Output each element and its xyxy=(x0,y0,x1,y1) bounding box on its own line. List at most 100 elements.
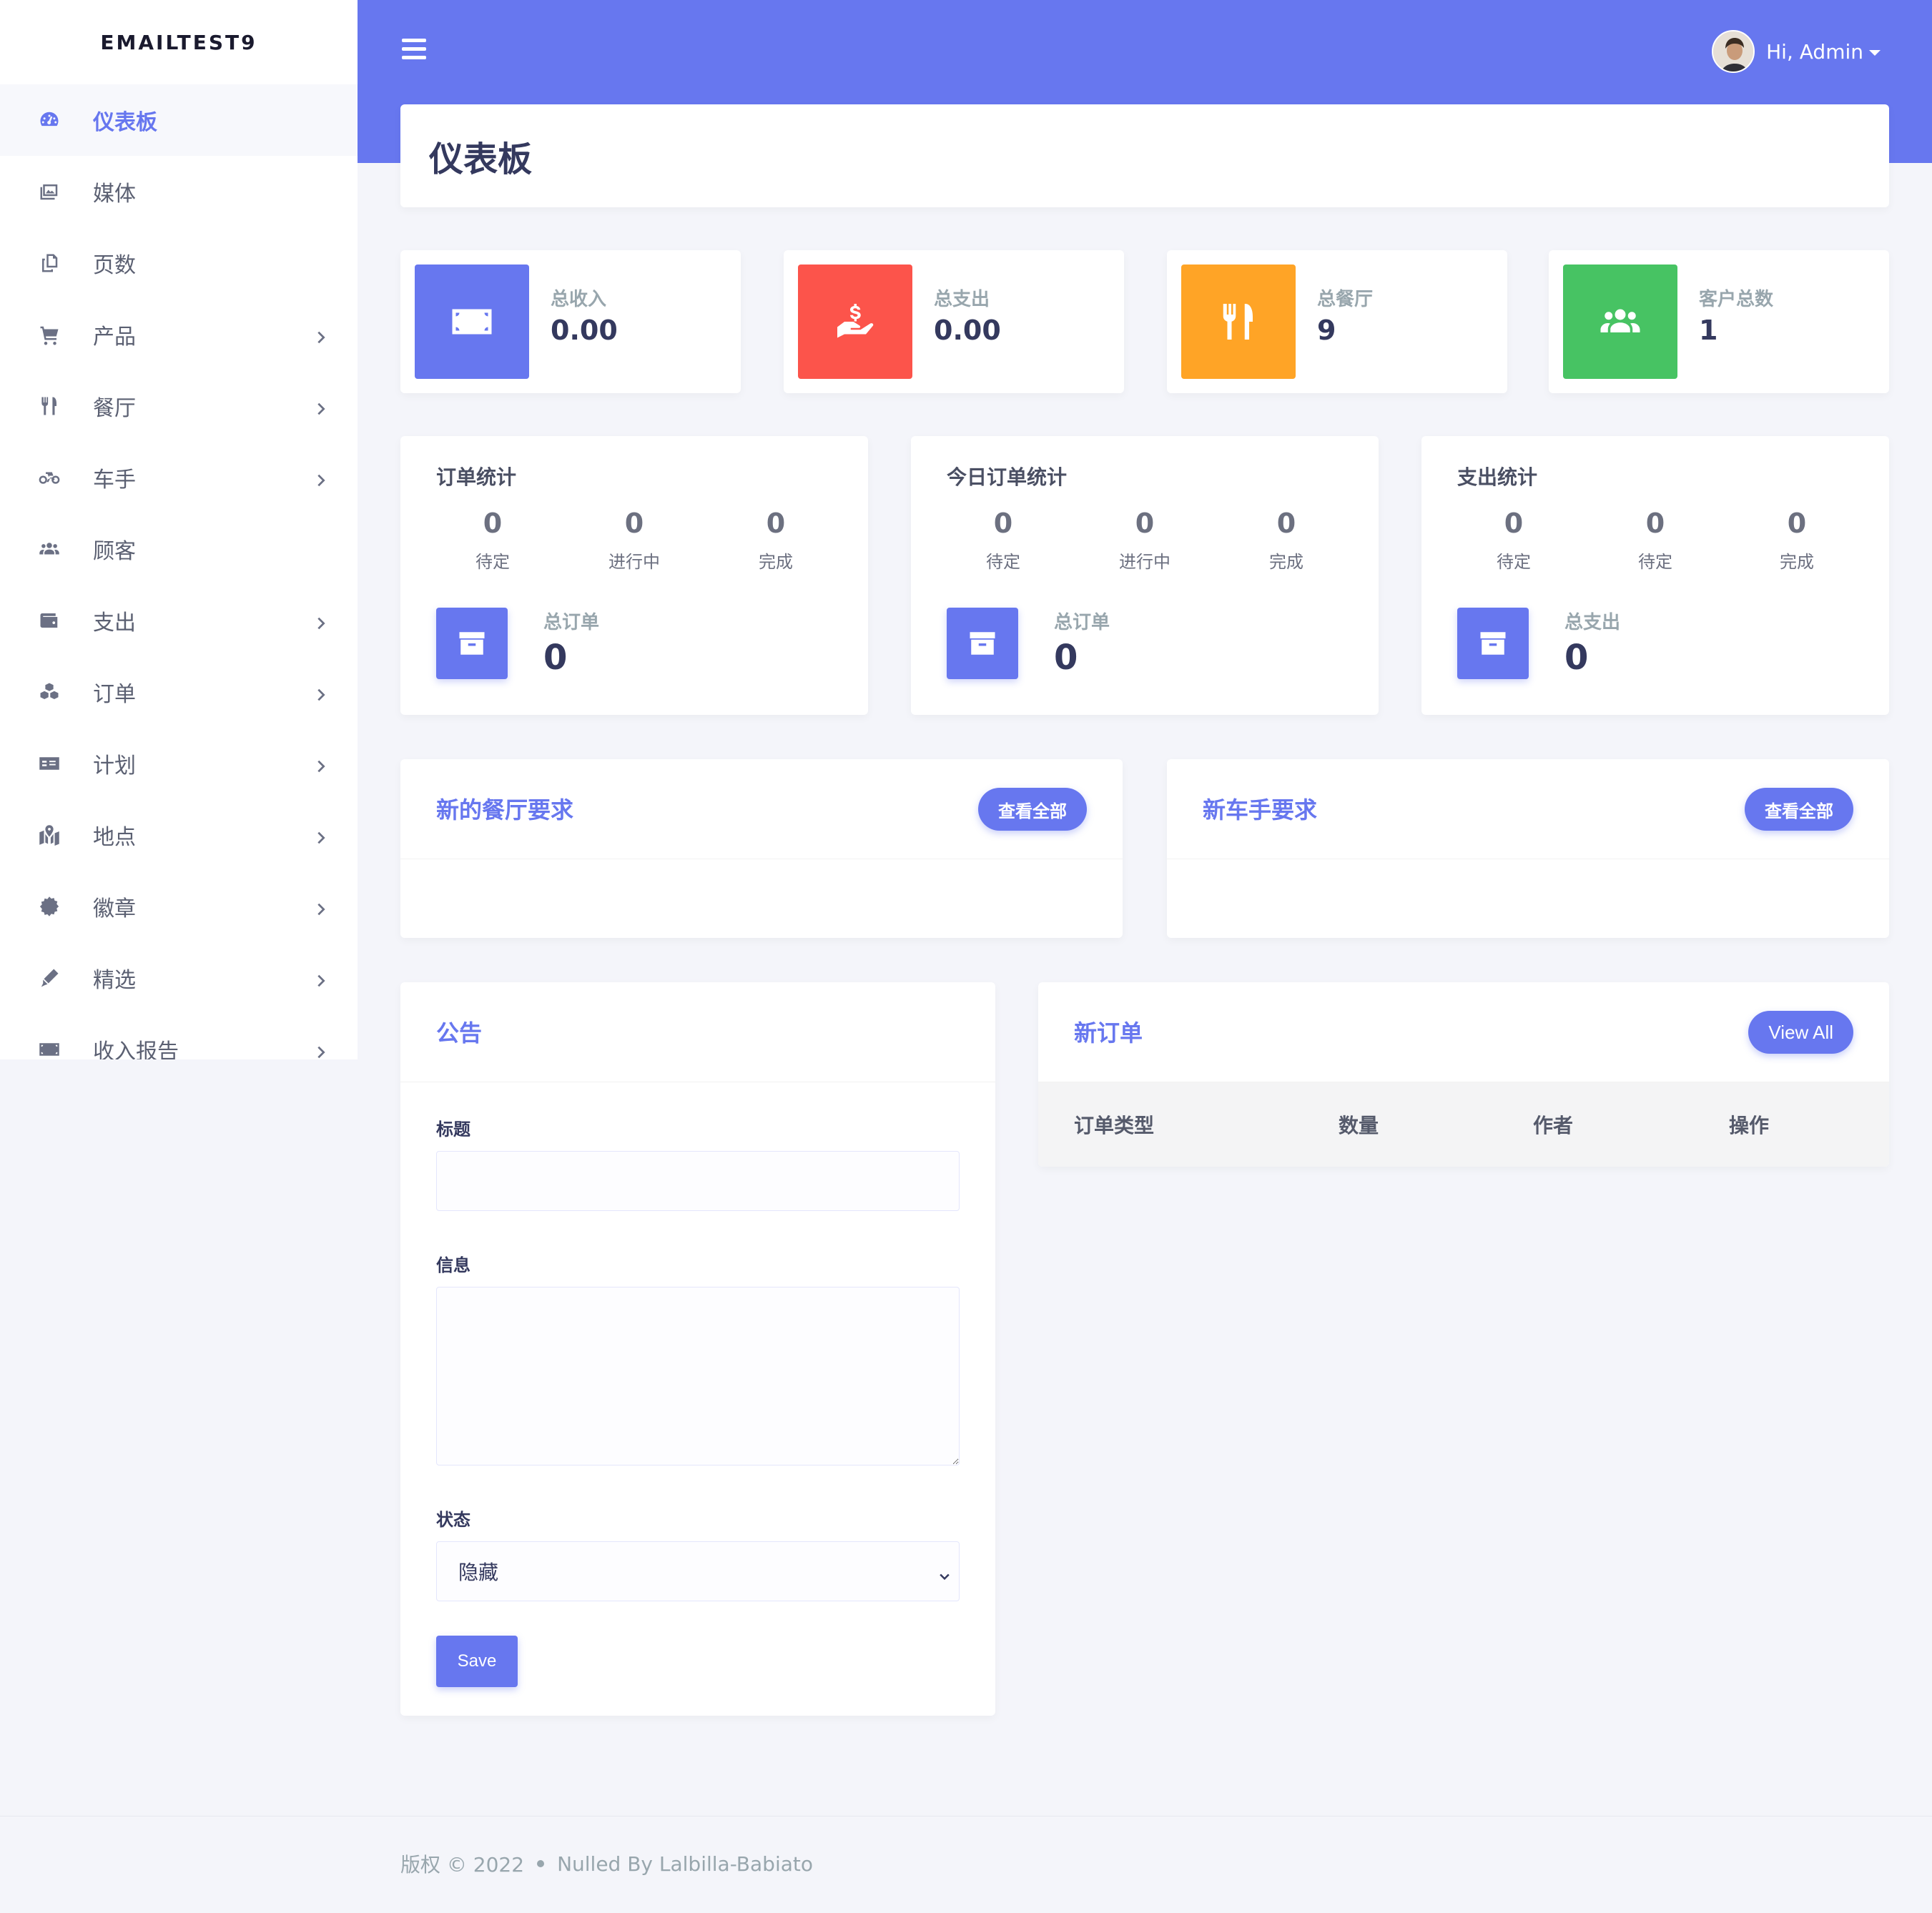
card-title: 新的餐厅要求 xyxy=(436,796,574,824)
title-input[interactable] xyxy=(436,1151,960,1211)
stat-number: 0 xyxy=(1645,508,1665,539)
stat-label: 总餐厅 xyxy=(1317,289,1374,310)
card-title: 公告 xyxy=(436,1019,483,1047)
brand-logo[interactable]: EMAILTEST9 xyxy=(0,0,358,84)
stat-completed: 0 完成 xyxy=(719,508,833,573)
sidebar-item-dashboard[interactable]: 仪表板 xyxy=(0,84,358,156)
sidebar-item-label: 餐厅 xyxy=(93,396,136,421)
hand-holding-usd-icon xyxy=(798,265,912,379)
column-header[interactable]: 操作 xyxy=(1729,1110,1769,1139)
stat-number: 0 xyxy=(624,508,644,539)
credit-link[interactable]: Nulled By Lalbilla-Babiato xyxy=(557,1852,813,1876)
save-button[interactable]: Save xyxy=(436,1636,518,1687)
stat-in-progress: 0 进行中 xyxy=(577,508,691,573)
title-label: 标题 xyxy=(436,1119,470,1140)
total-label: 总订单 xyxy=(543,612,600,633)
total-label: 总支出 xyxy=(1564,612,1621,633)
utensils-icon xyxy=(1181,265,1296,379)
view-all-button[interactable]: 查看全部 xyxy=(978,788,1087,831)
cubes-icon xyxy=(39,681,60,703)
dashboard-icon xyxy=(39,109,60,131)
view-all-button[interactable]: 查看全部 xyxy=(1745,788,1853,831)
certificate-icon xyxy=(39,896,60,917)
stat-card-total-customers: 客户总数 1 xyxy=(1549,250,1889,393)
caret-down-icon xyxy=(1869,50,1881,56)
stat-value: 9 xyxy=(1317,315,1336,346)
sidebar-item-featured[interactable]: 精选 xyxy=(0,942,358,1014)
sidebar-item-expenses[interactable]: 支出 xyxy=(0,585,358,656)
page-title: 仪表板 xyxy=(429,139,533,179)
sidebar-item-label: 车手 xyxy=(93,468,136,493)
status-label: 状态 xyxy=(436,1510,470,1530)
page-header: 仪表板 xyxy=(400,104,1889,207)
chevron-right-icon xyxy=(313,755,329,773)
column-header[interactable]: 数量 xyxy=(1339,1110,1379,1139)
sidebar-item-locations[interactable]: 地点 xyxy=(0,799,358,871)
stat-label: 待定 xyxy=(1497,552,1531,572)
sidebar-item-restaurants[interactable]: 餐厅 xyxy=(0,370,358,442)
sidebar-item-products[interactable]: 产品 xyxy=(0,299,358,370)
table-header: 订单类型 数量 作者 操作 xyxy=(1038,1082,1889,1167)
sidebar-item-media[interactable]: 媒体 xyxy=(0,156,358,227)
sidebar-item-label: 计划 xyxy=(93,753,136,778)
stat-number: 0 xyxy=(1787,508,1807,539)
total-value: 0 xyxy=(1564,638,1589,678)
stat-label: 总收入 xyxy=(551,289,607,310)
sidebar-item-plans[interactable]: 计划 xyxy=(0,728,358,799)
stat-pending: 0 待定 xyxy=(1457,508,1571,573)
card-title: 新车手要求 xyxy=(1203,796,1318,824)
stat-number: 0 xyxy=(1276,508,1296,539)
images-icon xyxy=(39,181,60,202)
total-value: 0 xyxy=(1054,638,1078,678)
chevron-right-icon xyxy=(313,469,329,487)
card-title: 今日订单统计 xyxy=(947,465,1068,489)
sidebar-item-label: 页数 xyxy=(93,253,136,278)
sidebar-item-customers[interactable]: 顾客 xyxy=(0,513,358,585)
stat-pending-2: 0 待定 xyxy=(1598,508,1712,573)
menu-toggle-icon[interactable] xyxy=(402,39,426,60)
wallet-icon xyxy=(39,610,60,631)
sidebar-item-label: 产品 xyxy=(93,325,136,350)
sidebar-item-label: 支出 xyxy=(93,611,136,636)
sidebar-item-income-report[interactable]: 收入报告 xyxy=(0,1014,358,1059)
driver-requests-card: 新车手要求 查看全部 xyxy=(1167,759,1889,938)
stat-in-progress: 0 进行中 xyxy=(1088,508,1202,573)
footer: 版权 © 2022 Nulled By Lalbilla-Babiato xyxy=(0,1816,1932,1913)
chevron-right-icon xyxy=(313,826,329,844)
stat-number: 0 xyxy=(1135,508,1155,539)
user-menu[interactable]: Hi, Admin xyxy=(1712,30,1881,73)
users-icon xyxy=(39,538,60,560)
total-label: 总订单 xyxy=(1054,612,1110,633)
card-title: 新订单 xyxy=(1074,1019,1143,1047)
stat-completed: 0 完成 xyxy=(1229,508,1344,573)
sidebar-item-drivers[interactable]: 车手 xyxy=(0,442,358,513)
bicycle-icon xyxy=(39,467,60,488)
archive-icon xyxy=(947,608,1018,679)
order-stats-card: 订单统计 0 待定 0 进行中 0 完成 总订单 0 xyxy=(400,436,868,715)
stat-completed: 0 完成 xyxy=(1740,508,1854,573)
money-check-icon xyxy=(39,753,60,774)
sidebar-item-pages[interactable]: 页数 xyxy=(0,227,358,299)
sidebar-item-orders[interactable]: 订单 xyxy=(0,656,358,728)
stat-label: 完成 xyxy=(759,552,793,572)
chevron-right-icon xyxy=(313,969,329,987)
utensils-icon xyxy=(39,395,60,417)
stat-label: 完成 xyxy=(1269,552,1303,572)
column-header[interactable]: 作者 xyxy=(1533,1110,1573,1139)
message-textarea[interactable] xyxy=(436,1287,960,1465)
avatar xyxy=(1712,30,1755,73)
view-all-button[interactable]: View All xyxy=(1748,1011,1853,1054)
chevron-right-icon xyxy=(313,1041,329,1059)
stat-label: 进行中 xyxy=(608,552,660,572)
status-select[interactable]: 隐藏 xyxy=(436,1541,960,1601)
card-title: 支出统计 xyxy=(1457,465,1538,489)
stat-label: 待定 xyxy=(986,552,1020,572)
stat-number: 0 xyxy=(483,508,503,539)
sidebar: EMAILTEST9 仪表板 媒体 页数 产品 餐厅 车手 顾客 支出 订单 计… xyxy=(0,0,358,1059)
column-header[interactable]: 订单类型 xyxy=(1074,1110,1154,1139)
sidebar-item-badges[interactable]: 徽章 xyxy=(0,871,358,942)
sidebar-item-label: 订单 xyxy=(93,682,136,707)
sidebar-item-label: 精选 xyxy=(93,968,136,993)
stat-value: 0.00 xyxy=(934,315,1001,346)
expense-stats-card: 支出统计 0 待定 0 待定 0 完成 总支出 0 xyxy=(1421,436,1889,715)
